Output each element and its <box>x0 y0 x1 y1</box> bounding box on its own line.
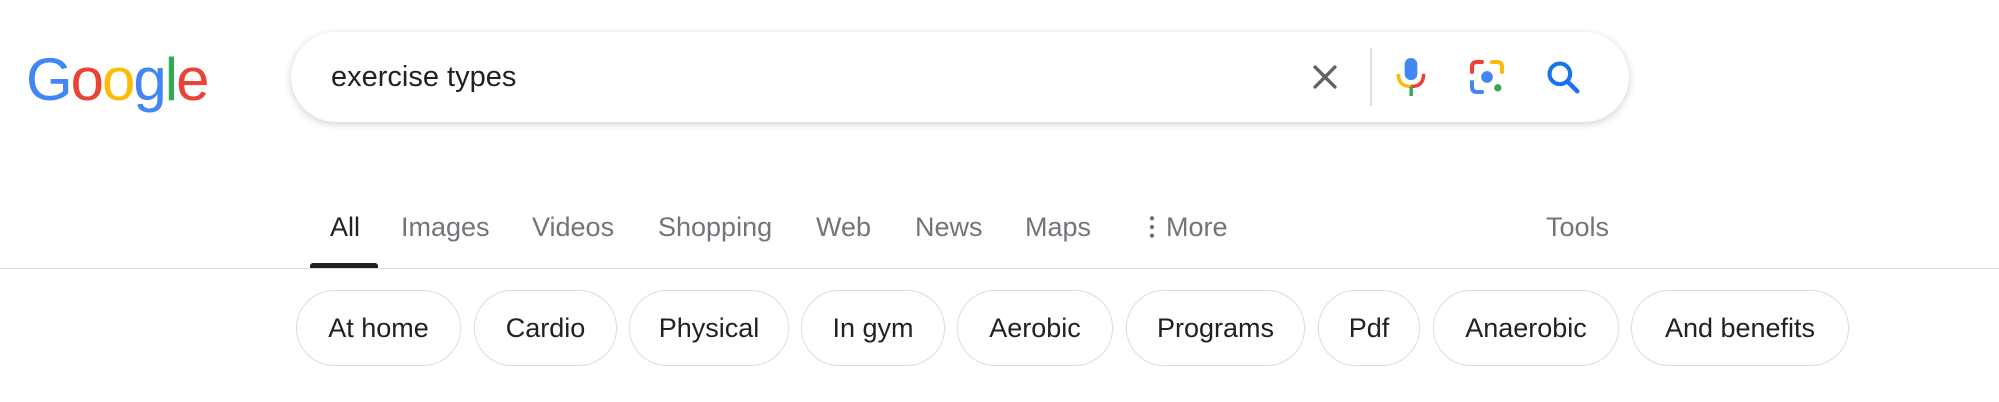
chip-in-gym[interactable]: In gym <box>801 290 945 366</box>
chip-at-home[interactable]: At home <box>296 290 461 366</box>
tab-label: News <box>915 212 983 242</box>
logo-letter: e <box>176 46 209 113</box>
chip-pdf[interactable]: Pdf <box>1318 290 1420 366</box>
microphone-icon <box>1396 58 1426 96</box>
search-input[interactable] <box>331 32 1251 122</box>
logo-letter: G <box>26 46 73 113</box>
lens-search-button[interactable] <box>1461 51 1513 103</box>
chip-cardio[interactable]: Cardio <box>474 290 617 366</box>
search-divider <box>1370 48 1372 106</box>
tab-label: Videos <box>532 212 615 242</box>
clear-search-button[interactable] <box>1299 51 1351 103</box>
chip-and-benefits[interactable]: And benefits <box>1631 290 1849 366</box>
logo-letter: l <box>164 46 178 113</box>
tab-label: Images <box>401 212 490 242</box>
more-vert-icon <box>1149 216 1155 238</box>
tab-more[interactable]: More <box>1146 200 1228 268</box>
search-button[interactable] <box>1537 51 1589 103</box>
tab-maps[interactable]: Maps <box>1025 200 1091 268</box>
tab-label: Shopping <box>658 212 773 242</box>
tab-images[interactable]: Images <box>401 200 490 268</box>
search-icon <box>1547 61 1580 94</box>
tab-videos[interactable]: Videos <box>532 200 614 268</box>
tab-label: Tools <box>1546 212 1610 242</box>
chip-programs[interactable]: Programs <box>1126 290 1305 366</box>
google-lens-icon <box>1470 60 1504 94</box>
logo-letter: o <box>70 46 104 113</box>
search-box <box>291 32 1629 122</box>
voice-search-button[interactable] <box>1385 51 1437 103</box>
tools-button[interactable]: Tools <box>1546 200 1609 268</box>
tab-news[interactable]: News <box>915 200 983 268</box>
logo-letter: o <box>102 46 135 113</box>
tab-all[interactable]: All <box>330 200 360 268</box>
tab-web[interactable]: Web <box>816 200 871 268</box>
logo-letter: g <box>133 46 166 113</box>
google-logo[interactable]: Google <box>26 40 210 120</box>
tab-shopping[interactable]: Shopping <box>658 200 772 268</box>
tabs-divider <box>0 268 1999 269</box>
chip-physical[interactable]: Physical <box>629 290 789 366</box>
tab-label: All <box>330 212 361 242</box>
chip-aerobic[interactable]: Aerobic <box>957 290 1113 366</box>
tab-label: More <box>1166 212 1228 242</box>
chip-anaerobic[interactable]: Anaerobic <box>1433 290 1619 366</box>
close-icon <box>1313 65 1337 89</box>
tab-label: Maps <box>1025 212 1092 242</box>
tab-label: Web <box>816 212 872 242</box>
